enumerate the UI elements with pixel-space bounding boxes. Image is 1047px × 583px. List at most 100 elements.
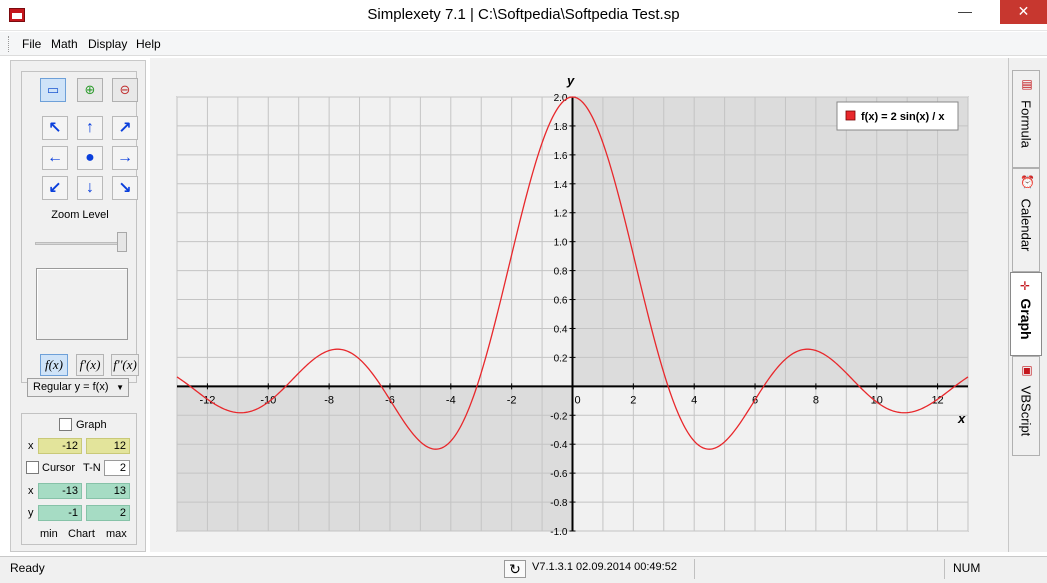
menu-file[interactable]: File <box>22 37 41 51</box>
arrow-up-left-icon: ↖ <box>48 120 62 137</box>
y-tick-label: 1.0 <box>554 238 568 249</box>
menu-help[interactable]: Help <box>136 37 161 51</box>
cursor-x-max-field[interactable]: 12 <box>86 438 130 454</box>
chart-y-max-field[interactable]: 2 <box>86 505 130 521</box>
min-label: min <box>40 528 58 540</box>
num-lock-indicator: NUM <box>953 561 981 575</box>
x-tick-label: 4 <box>691 394 697 406</box>
pan-down-button[interactable]: ↓ <box>77 176 103 200</box>
cursor-x-min-field[interactable]: -12 <box>38 438 82 454</box>
arrow-right-icon: → <box>117 149 133 166</box>
max-label: max <box>106 528 127 540</box>
status-separator <box>694 559 695 579</box>
pan-up-button[interactable]: ↑ <box>77 116 103 140</box>
function-chart[interactable]: -12 -10 -8 -6 -4 -2 0 2 4 6 8 10 12-1.0-0.8-0.6-0.4-… <box>150 58 1008 552</box>
y-tick-label: 1.8 <box>554 122 568 133</box>
y-tick-label: 1.4 <box>554 180 568 191</box>
formula-icon: ▤ <box>1021 77 1033 91</box>
x-tick-label: -4 <box>446 394 456 406</box>
right-tab-strip: ▤ Formula ⏰ Calendar ✛ Graph ▣ VBScript <box>1008 58 1047 552</box>
chevron-down-icon: ▼ <box>116 383 124 392</box>
chart-label: Chart <box>68 528 95 540</box>
pan-up-right-button[interactable]: ↗ <box>112 116 138 140</box>
monitor-icon: ▭ <box>46 82 60 97</box>
mode-select[interactable]: Regular y = f(x) ▼ <box>27 378 129 397</box>
legend-swatch <box>845 110 856 121</box>
zoom-out-button[interactable]: ⊖ <box>112 78 138 102</box>
chart-x-min-field[interactable]: -13 <box>38 483 82 499</box>
arrow-left-icon: ← <box>47 149 63 166</box>
close-button[interactable]: ✕ <box>1000 0 1047 24</box>
x-tick-label: 0 <box>574 394 580 406</box>
x-tick-label: -8 <box>324 394 334 406</box>
x-tick-label: 8 <box>813 394 819 406</box>
cursor-checkbox-label: Cursor <box>42 462 76 474</box>
graph-checkbox[interactable] <box>59 418 72 431</box>
tab-vbscript[interactable]: ▣ VBScript <box>1012 356 1040 456</box>
status-bar: Ready ↻ V7.1.3.1 02.09.2014 00:49:52 NUM <box>0 556 1047 583</box>
tab-graph[interactable]: ✛ Graph <box>1010 272 1042 356</box>
y-tick-label: -0.6 <box>550 469 568 480</box>
graph-checkbox-label: Graph <box>76 419 107 431</box>
menu-display[interactable]: Display <box>88 37 127 51</box>
zoom-level-label: Zoom Level <box>51 209 109 221</box>
arrow-up-right-icon: ↗ <box>118 120 132 137</box>
refresh-icon: ↻ <box>509 561 521 577</box>
chart-x-label: x <box>28 485 34 497</box>
fx-derivative-button[interactable]: f'(x) <box>76 354 104 376</box>
pan-left-button[interactable]: ← <box>42 146 68 170</box>
y-axis-label: y <box>566 73 575 88</box>
zoom-in-button[interactable]: ⊕ <box>77 78 103 102</box>
y-tick-label: 0.4 <box>554 324 568 335</box>
y-tick-label: 1.2 <box>554 209 568 220</box>
y-tick-label: 1.6 <box>554 151 568 162</box>
menu-bar: File Math Display Help <box>0 32 1047 56</box>
center-button[interactable]: ● <box>77 146 103 170</box>
y-tick-label: -0.2 <box>550 411 568 422</box>
graph-area[interactable]: -12 -10 -8 -6 -4 -2 0 2 4 6 8 10 12 -1.0 -0.8 -0.6 -0.4-… <box>150 58 1008 552</box>
pan-up-left-button[interactable]: ↖ <box>42 116 68 140</box>
screen-fit-button[interactable]: ▭ <box>40 78 66 102</box>
menu-math[interactable]: Math <box>51 37 78 51</box>
tab-graph-label: Graph <box>1018 298 1034 340</box>
title-bar: Simplexety 7.1 | C:\Softpedia\Softpedia … <box>0 0 1047 31</box>
preview-box <box>36 268 128 340</box>
pan-right-button[interactable]: → <box>112 146 138 170</box>
tab-calendar[interactable]: ⏰ Calendar <box>1012 168 1040 272</box>
pan-down-left-button[interactable]: ↙ <box>42 176 68 200</box>
zoom-slider-track[interactable] <box>35 242 123 245</box>
chart-y-min-field[interactable]: -1 <box>38 505 82 521</box>
navigation-box: ▭ ⊕ ⊖ ↖ ↑ ↗ ← ● → ↙ ↓ ↘ Zoom Level f(x) … <box>21 71 139 383</box>
legend-label: f(x) = 2 sin(x) / x <box>861 111 945 123</box>
center-dot-icon: ● <box>85 149 95 166</box>
fx-second-derivative-button[interactable]: f''(x) <box>111 354 139 376</box>
minimize-button[interactable]: — <box>950 0 980 24</box>
arrow-down-right-icon: ↘ <box>118 180 132 197</box>
arrow-down-left-icon: ↙ <box>48 180 62 197</box>
tab-formula[interactable]: ▤ Formula <box>1012 70 1040 168</box>
chart-y-label: y <box>28 507 34 519</box>
script-icon: ▣ <box>1021 363 1033 377</box>
refresh-button[interactable]: ↻ <box>504 560 526 578</box>
zoom-slider-thumb[interactable] <box>117 232 127 252</box>
x-axis-label: x <box>957 411 966 426</box>
tn-field[interactable]: 2 <box>104 460 130 476</box>
zoom-out-icon: ⊖ <box>119 82 131 97</box>
zoom-in-icon: ⊕ <box>84 82 96 97</box>
pan-down-right-button[interactable]: ↘ <box>112 176 138 200</box>
y-tick-label: -0.8 <box>550 498 568 509</box>
fx-button[interactable]: f(x) <box>40 354 68 376</box>
tab-calendar-label: Calendar <box>1018 198 1034 252</box>
cursor-checkbox[interactable] <box>26 461 39 474</box>
y-tick-label: -1.0 <box>550 527 568 538</box>
tn-label: T-N <box>83 462 101 474</box>
alarm-clock-icon: ⏰ <box>1020 175 1035 189</box>
y-tick-label: 2.0 <box>554 93 568 104</box>
x-tick-label: -12 <box>199 394 215 406</box>
cursor-x-label: x <box>28 440 34 452</box>
quadrant-shade-3 <box>177 386 573 531</box>
status-version: V7.1.3.1 02.09.2014 00:49:52 <box>532 561 677 573</box>
tab-vbscript-label: VBScript <box>1018 385 1034 437</box>
chart-x-max-field[interactable]: 13 <box>86 483 130 499</box>
graph-icon: ✛ <box>1019 279 1031 293</box>
